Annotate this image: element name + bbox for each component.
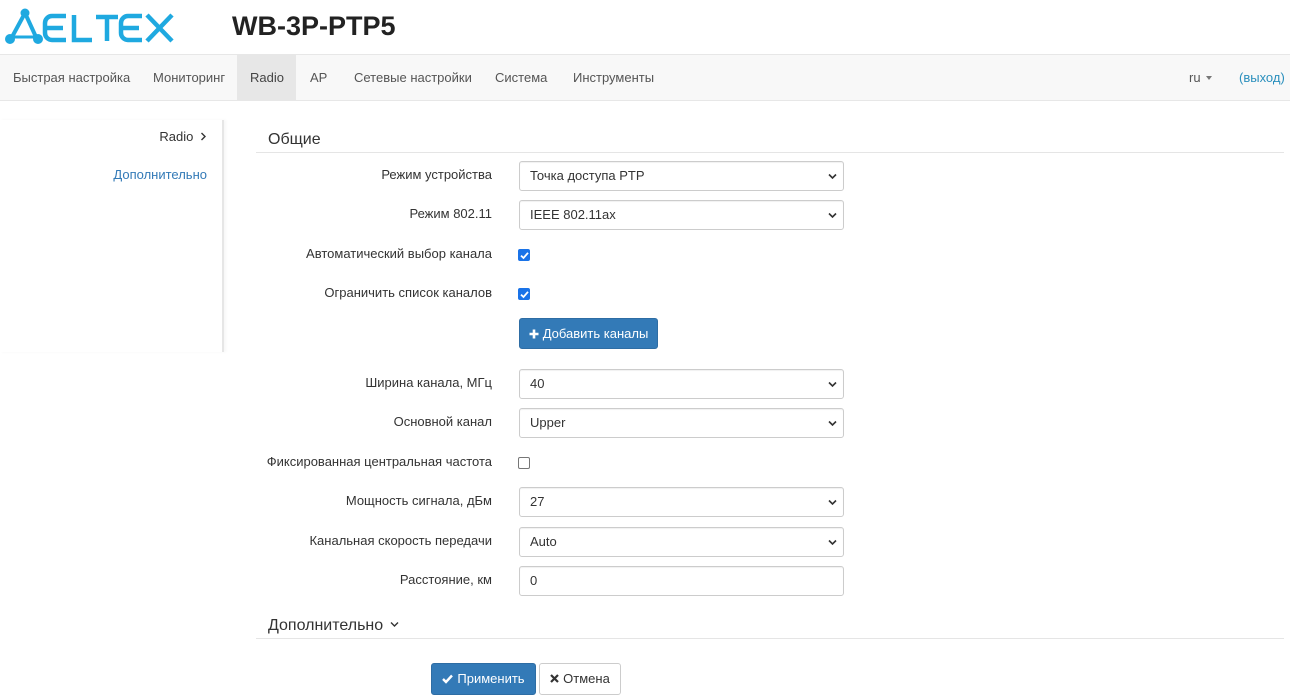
channel-width-label: Ширина канала, МГц	[365, 375, 492, 390]
section-title-advanced[interactable]: Дополнительно	[268, 617, 399, 635]
caret-down-icon	[1205, 75, 1212, 80]
nav-item-monitoring[interactable]: Мониторинг	[140, 55, 238, 100]
nav-item-network-settings[interactable]: Сетевые настройки	[341, 55, 485, 100]
primary-channel-value: Upper	[530, 415, 566, 430]
auto-channel-label: Автоматический выбор канала	[306, 246, 492, 261]
language-dropdown[interactable]: ru	[1189, 55, 1212, 100]
chevron-right-icon	[201, 132, 206, 141]
distance-label: Расстояние, км	[399, 572, 492, 587]
checkmark-icon	[520, 252, 529, 260]
limit-channels-label: Ограничить список каналов	[324, 285, 492, 300]
device-title: WB-3P-PTP5	[232, 11, 396, 41]
fixed-center-freq-label: Фиксированная центральная частота	[266, 454, 492, 469]
mode-80211-select[interactable]: IEEE 802.11ax	[519, 200, 844, 230]
checkmark-icon	[520, 291, 529, 299]
section-divider	[256, 638, 1284, 639]
tx-power-label: Мощность сигнала, дБм	[345, 493, 492, 508]
device-mode-select[interactable]: Точка доступа PTP	[519, 161, 844, 191]
chevron-down-icon	[828, 173, 837, 180]
apply-label: Применить	[457, 671, 525, 686]
nav-item-radio[interactable]: Radio	[237, 55, 296, 100]
cancel-button[interactable]: Отмена	[539, 663, 621, 695]
chevron-down-icon	[390, 622, 399, 628]
fixed-center-freq-checkbox[interactable]	[518, 457, 530, 469]
chevron-down-icon	[828, 499, 837, 506]
device-mode-label: Режим устройства	[381, 167, 492, 182]
nav-item-ap[interactable]: AP	[297, 55, 340, 100]
sidebar-item-radio[interactable]: Radio	[159, 129, 207, 144]
channel-rate-value: Auto	[530, 534, 557, 549]
add-channels-button[interactable]: Добавить каналы	[519, 318, 658, 349]
plus-icon	[529, 329, 539, 339]
section-title-general: Общие	[268, 131, 321, 148]
channel-rate-select[interactable]: Auto	[519, 527, 844, 557]
nav-item-tools[interactable]: Инструменты	[560, 55, 667, 100]
chevron-down-icon	[828, 539, 837, 546]
cancel-label: Отмена	[563, 671, 610, 686]
add-channels-label: Добавить каналы	[542, 326, 649, 341]
sidebar: Radio Дополнительно	[0, 120, 224, 352]
top-navbar: Быстрая настройка Мониторинг Radio AP Се…	[0, 54, 1290, 101]
channel-width-value: 40	[530, 376, 545, 391]
chevron-down-icon	[828, 212, 837, 219]
primary-channel-label: Основной канал	[393, 414, 492, 429]
language-label: ru	[1189, 70, 1201, 85]
apply-button[interactable]: Применить	[431, 663, 536, 695]
channel-rate-label: Канальная скорость передачи	[309, 533, 492, 548]
chevron-down-icon	[828, 381, 837, 388]
checkmark-icon	[442, 674, 454, 684]
distance-input[interactable]: 0	[519, 566, 844, 596]
sidebar-item-radio-label: Radio	[159, 129, 194, 144]
auto-channel-checkbox[interactable]	[518, 249, 530, 261]
logout-link[interactable]: (выход)	[1239, 55, 1285, 100]
mode-80211-value: IEEE 802.11ax	[530, 207, 616, 222]
nav-item-quick-setup[interactable]: Быстрая настройка	[0, 55, 143, 100]
tx-power-value: 27	[530, 494, 545, 509]
section-title-advanced-label: Дополнительно	[268, 617, 384, 634]
section-divider	[256, 152, 1284, 153]
limit-channels-checkbox[interactable]	[518, 288, 530, 300]
chevron-down-icon	[828, 420, 837, 427]
primary-channel-select[interactable]: Upper	[519, 408, 844, 438]
tx-power-select[interactable]: 27	[519, 487, 844, 517]
channel-width-select[interactable]: 40	[519, 369, 844, 399]
sidebar-item-advanced[interactable]: Дополнительно	[113, 167, 207, 182]
mode-80211-label: Режим 802.11	[409, 206, 493, 221]
close-icon	[550, 674, 559, 683]
eltex-logo[interactable]	[4, 7, 180, 47]
nav-item-system[interactable]: Система	[482, 55, 560, 100]
device-mode-value: Точка доступа PTP	[530, 168, 645, 183]
header: WB-3P-PTP5	[0, 0, 1290, 54]
